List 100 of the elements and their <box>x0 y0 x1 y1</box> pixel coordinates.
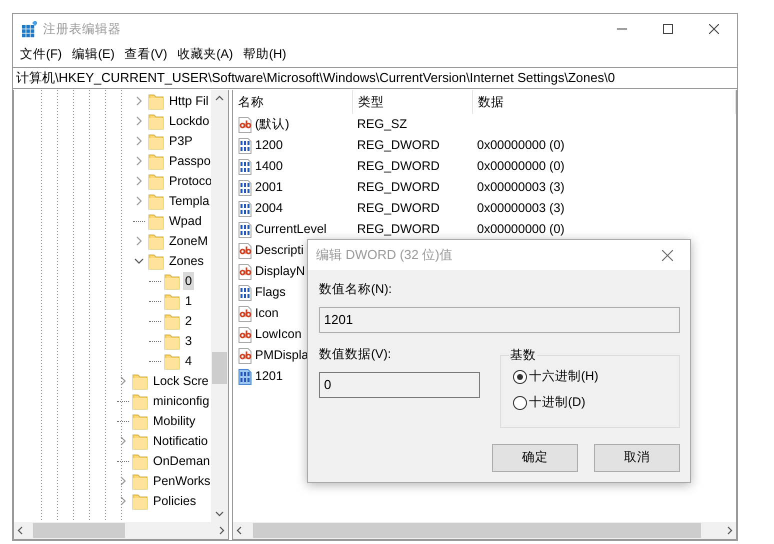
dialog-button[interactable]: 确定 <box>492 444 578 472</box>
tree-item[interactable]: Lock Scre <box>151 372 211 390</box>
scrollbar-thumb[interactable] <box>253 523 701 538</box>
value-name[interactable]: 1201 <box>255 367 283 386</box>
folder-icon <box>148 152 164 170</box>
field-label: 数值数据(V): <box>319 346 392 363</box>
value-type: REG_DWORD <box>356 137 441 154</box>
radio-label: 十进制(D) <box>529 394 586 412</box>
value-name[interactable]: PMDispla <box>255 346 308 365</box>
menu-item[interactable]: 文件(F) <box>15 45 67 64</box>
column-header[interactable]: 名称 <box>233 90 353 114</box>
folder-icon <box>132 372 148 390</box>
value-type: REG_DWORD <box>356 158 441 176</box>
scroll-right-icon <box>219 526 225 535</box>
tree-item[interactable]: 0 <box>183 272 194 290</box>
value-type: REG_SZ <box>356 116 408 134</box>
value-data: 0x00000003 (3) <box>476 200 566 218</box>
menu-item[interactable]: 帮助(H) <box>238 45 292 64</box>
tree-item[interactable]: Policies <box>151 492 198 510</box>
value-name[interactable]: 1400 <box>255 157 283 176</box>
scroll-left-icon <box>17 526 23 535</box>
menu-item[interactable]: 查看(V) <box>120 45 172 64</box>
value-name[interactable]: Descripti <box>255 241 304 260</box>
folder-icon <box>132 392 148 410</box>
scroll-down-icon <box>215 511 224 517</box>
tree-item[interactable]: P3P <box>167 132 195 150</box>
folder-icon <box>132 492 148 510</box>
value-name[interactable]: 2001 <box>255 178 283 197</box>
value-type: REG_DWORD <box>356 179 441 196</box>
menu-item[interactable]: 编辑(E) <box>66 45 120 64</box>
name-field[interactable]: 1201 <box>319 306 680 333</box>
tree-item[interactable]: Templa <box>167 192 211 210</box>
tree-item[interactable]: Zones <box>167 252 206 270</box>
tree-item[interactable]: Lockdo <box>167 112 211 130</box>
folder-icon <box>132 412 148 430</box>
value-name[interactable]: (默认) <box>255 115 290 134</box>
folder-icon <box>148 172 164 190</box>
horizontal-scrollbar[interactable] <box>233 522 736 539</box>
folder-icon <box>148 132 164 150</box>
tree-item[interactable]: Http Fil <box>167 92 211 110</box>
folder-icon <box>164 352 180 370</box>
value-type: REG_DWORD <box>356 221 441 238</box>
value-name[interactable]: 1200 <box>255 136 283 155</box>
tree-item[interactable]: 2 <box>183 312 194 330</box>
close-icon <box>662 250 672 260</box>
scrollbar-thumb[interactable] <box>212 352 227 384</box>
scrollbar-thumb[interactable] <box>33 523 125 538</box>
radio-button[interactable] <box>513 370 527 384</box>
dialog-title: 编辑 DWORD (32 位)值 <box>316 246 452 264</box>
tree-item[interactable]: Mobility <box>151 412 198 430</box>
tree-item[interactable]: Notificatio <box>151 432 210 450</box>
folder-icon <box>148 232 164 250</box>
value-name[interactable]: LowIcon <box>255 325 302 344</box>
menu-item[interactable]: 收藏夹(A) <box>172 45 238 64</box>
value-type: REG_DWORD <box>356 200 441 218</box>
scroll-up-icon <box>215 95 224 101</box>
radio-label: 十六进制(H) <box>529 368 598 386</box>
tree-item[interactable]: OnDeman <box>151 452 211 470</box>
scroll-left-icon <box>236 526 242 535</box>
folder-icon <box>132 452 148 470</box>
value-name[interactable]: 2004 <box>255 199 283 218</box>
folder-icon <box>148 192 164 210</box>
folder-icon <box>164 292 180 310</box>
column-header[interactable]: 数据 <box>473 90 736 114</box>
value-data: 0x00000003 (3) <box>476 179 566 196</box>
tree-item[interactable]: 3 <box>183 332 194 350</box>
registry-app-icon <box>21 20 37 38</box>
folder-icon <box>132 432 148 450</box>
folder-icon <box>148 252 164 270</box>
folder-icon <box>132 472 148 490</box>
value-data: 0x00000000 (0) <box>476 137 566 154</box>
folder-icon <box>148 112 164 130</box>
folder-icon <box>164 312 180 330</box>
maximize-icon <box>663 24 673 34</box>
folder-icon <box>148 212 164 230</box>
radio-button[interactable] <box>513 396 527 410</box>
folder-icon <box>148 92 164 110</box>
tree-item[interactable]: 4 <box>183 352 194 370</box>
address-bar[interactable]: 计算机\HKEY_CURRENT_USER\Software\Microsoft\Windows\CurrentVersion\Internet Settings\Zones\0 <box>13 67 737 89</box>
horizontal-scrollbar[interactable] <box>14 522 228 539</box>
tree-item[interactable]: miniconfig <box>151 392 211 410</box>
scroll-right-icon <box>727 526 733 535</box>
dialog-button[interactable]: 取消 <box>594 444 680 472</box>
tree-item[interactable]: Passpo <box>167 152 211 170</box>
value-name[interactable]: CurrentLevel <box>255 220 327 239</box>
tree-item[interactable]: 1 <box>183 292 194 310</box>
value-name[interactable]: Icon <box>255 304 279 323</box>
folder-icon <box>164 332 180 350</box>
value-data: 0x00000000 (0) <box>476 221 566 238</box>
folder-icon <box>164 272 180 290</box>
value-name[interactable]: DisplayN <box>255 262 306 281</box>
value-data-field[interactable]: 0 <box>319 372 480 398</box>
tree-item[interactable]: PenWorks <box>151 472 211 490</box>
tree-item[interactable]: Wpad <box>167 212 204 230</box>
tree-item[interactable]: ZoneM <box>167 232 210 250</box>
close-icon <box>709 24 719 34</box>
vertical-scrollbar[interactable] <box>211 90 228 522</box>
value-name[interactable]: Flags <box>255 283 286 302</box>
column-header[interactable]: 类型 <box>353 90 473 114</box>
field-label: 数值名称(N): <box>319 281 393 298</box>
